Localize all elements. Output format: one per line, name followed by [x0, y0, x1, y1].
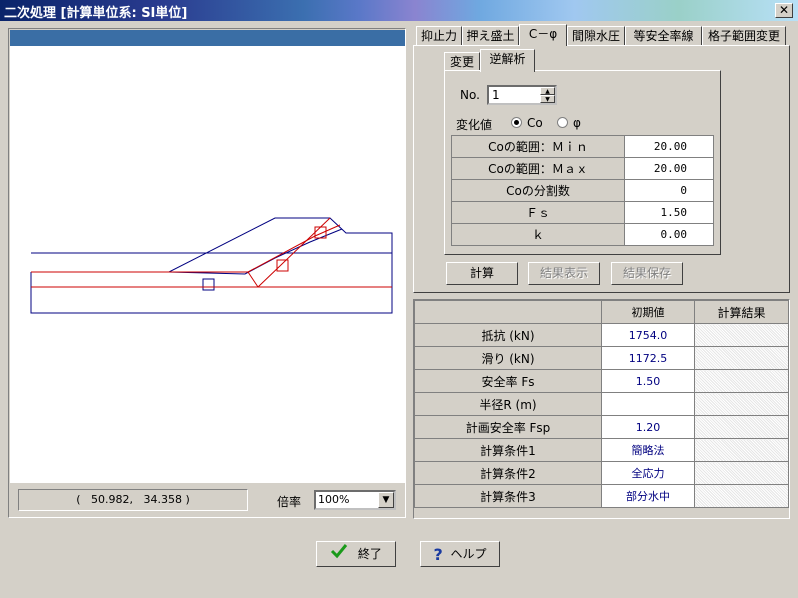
question-mark-icon: ?: [433, 544, 443, 564]
spin-down-icon[interactable]: ▼: [540, 95, 555, 103]
radio-co-label: Co: [527, 116, 543, 130]
radio-phi-label: φ: [573, 116, 581, 130]
param-value[interactable]: 0.00: [624, 223, 714, 246]
tab-change[interactable]: 変更: [444, 52, 480, 71]
tab-grid-range[interactable]: 格子範囲変更: [702, 26, 786, 45]
results-value: [694, 392, 789, 416]
results-header-row: 初期値 計算結果: [414, 300, 789, 324]
results-value: [694, 323, 789, 347]
results-initial: 1.20: [601, 415, 695, 439]
results-label: 計算条件2: [414, 461, 602, 485]
no-value: 1: [492, 88, 500, 102]
results-header-initial: 初期値: [601, 300, 695, 324]
no-label: No.: [460, 88, 480, 102]
spin-up-icon[interactable]: ▲: [540, 87, 555, 95]
zoom-label: 倍率: [277, 495, 302, 509]
param-value[interactable]: 20.00: [624, 135, 714, 158]
results-row: 計算条件1 簡略法: [414, 438, 789, 462]
chevron-down-icon[interactable]: ▼: [378, 492, 394, 508]
save-result-button[interactable]: 結果保存: [611, 262, 683, 285]
results-value: [694, 346, 789, 370]
results-initial: 全応力: [601, 461, 695, 485]
results-label: 抵抗 (kN): [414, 323, 602, 347]
param-value[interactable]: 0: [624, 179, 714, 202]
close-button-label: 終了: [357, 547, 382, 561]
cross-section-drawing: [30, 217, 393, 314]
slip-marker-lower: [276, 259, 289, 272]
results-row: 滑り (kN) 1172.5: [414, 346, 789, 370]
window-title: 二次処理 [計算単位系: SI単位]: [4, 6, 188, 21]
param-label: Ｆｓ: [451, 201, 625, 224]
parameter-table: Coの範囲：Ｍｉｎ 20.00 Coの範囲：Ｍａｘ 20.00 Coの分割数 0…: [451, 135, 714, 246]
results-row: 安全率 Fs 1.50: [414, 369, 789, 393]
param-label: Coの範囲：Ｍａｘ: [451, 157, 625, 180]
results-value: [694, 369, 789, 393]
results-initial: 簡略法: [601, 438, 695, 462]
help-button-label: ヘルプ: [450, 547, 487, 561]
tab-back-analysis[interactable]: 逆解析: [480, 49, 535, 72]
param-row: Coの範囲：Ｍａｘ 20.00: [451, 157, 714, 180]
slip-line-upper: [31, 224, 341, 273]
results-value: [694, 461, 789, 485]
variable-label: 変化値: [456, 118, 493, 132]
results-initial: [601, 392, 695, 416]
results-label: 半径R (m): [414, 392, 602, 416]
param-row: Coの分割数 0: [451, 179, 714, 202]
results-header-blank: [414, 300, 602, 324]
param-value[interactable]: 1.50: [624, 201, 714, 224]
close-window-button[interactable]: ✕: [775, 3, 793, 18]
param-label: Coの分割数: [451, 179, 625, 202]
results-label: 計算条件1: [414, 438, 602, 462]
close-button[interactable]: 終了: [316, 541, 396, 567]
coordinate-readout: ( 50.982, 34.358 ): [76, 493, 190, 506]
slip-line-toe: [247, 271, 259, 288]
results-initial: 部分水中: [601, 484, 695, 508]
results-value: [694, 438, 789, 462]
results-row: 計算条件2 全応力: [414, 461, 789, 485]
help-button[interactable]: ? ヘルプ: [420, 541, 500, 567]
results-row: 計画安全率 Fsp 1.20: [414, 415, 789, 439]
checkmark-icon: [330, 543, 348, 567]
slip-center-marker: [202, 278, 215, 291]
zoom-value: 100%: [318, 493, 350, 506]
results-label: 滑り (kN): [414, 346, 602, 370]
tab-c-phi[interactable]: C－φ: [519, 24, 567, 46]
show-result-button[interactable]: 結果表示: [528, 262, 600, 285]
tab-equal-safety-line[interactable]: 等安全率線: [625, 26, 702, 45]
results-initial: 1754.0: [601, 323, 695, 347]
results-header-result: 計算結果: [694, 300, 789, 324]
results-row: 抵抗 (kN) 1754.0: [414, 323, 789, 347]
drawing-header-bar: [10, 30, 405, 46]
cross-section-canvas[interactable]: [10, 46, 405, 483]
tab-pore-pressure[interactable]: 間隙水圧: [567, 26, 625, 45]
radio-selected-dot: [514, 120, 519, 125]
results-row: 計算条件3 部分水中: [414, 484, 789, 508]
calculate-button[interactable]: 計算: [446, 262, 518, 285]
results-label: 計算条件3: [414, 484, 602, 508]
param-row: Ｆｓ 1.50: [451, 201, 714, 224]
section-outline: [30, 217, 393, 314]
param-label: Coの範囲：Ｍｉｎ: [451, 135, 625, 158]
param-row: Coの範囲：Ｍｉｎ 20.00: [451, 135, 714, 158]
radio-phi[interactable]: [557, 117, 568, 128]
results-table: 初期値 計算結果 抵抗 (kN) 1754.0 滑り (kN) 1172.5 安…: [414, 300, 789, 508]
results-initial: 1.50: [601, 369, 695, 393]
param-row: ｋ 0.00: [451, 223, 714, 246]
radio-co[interactable]: [511, 117, 522, 128]
param-label: ｋ: [451, 223, 625, 246]
tab-counterweight-fill[interactable]: 押え盛土: [462, 26, 519, 45]
tab-suppression[interactable]: 抑止力: [416, 26, 462, 45]
results-row: 半径R (m): [414, 392, 789, 416]
results-value: [694, 484, 789, 508]
results-initial: 1172.5: [601, 346, 695, 370]
results-label: 安全率 Fs: [414, 369, 602, 393]
results-value: [694, 415, 789, 439]
results-label: 計画安全率 Fsp: [414, 415, 602, 439]
param-value[interactable]: 20.00: [624, 157, 714, 180]
